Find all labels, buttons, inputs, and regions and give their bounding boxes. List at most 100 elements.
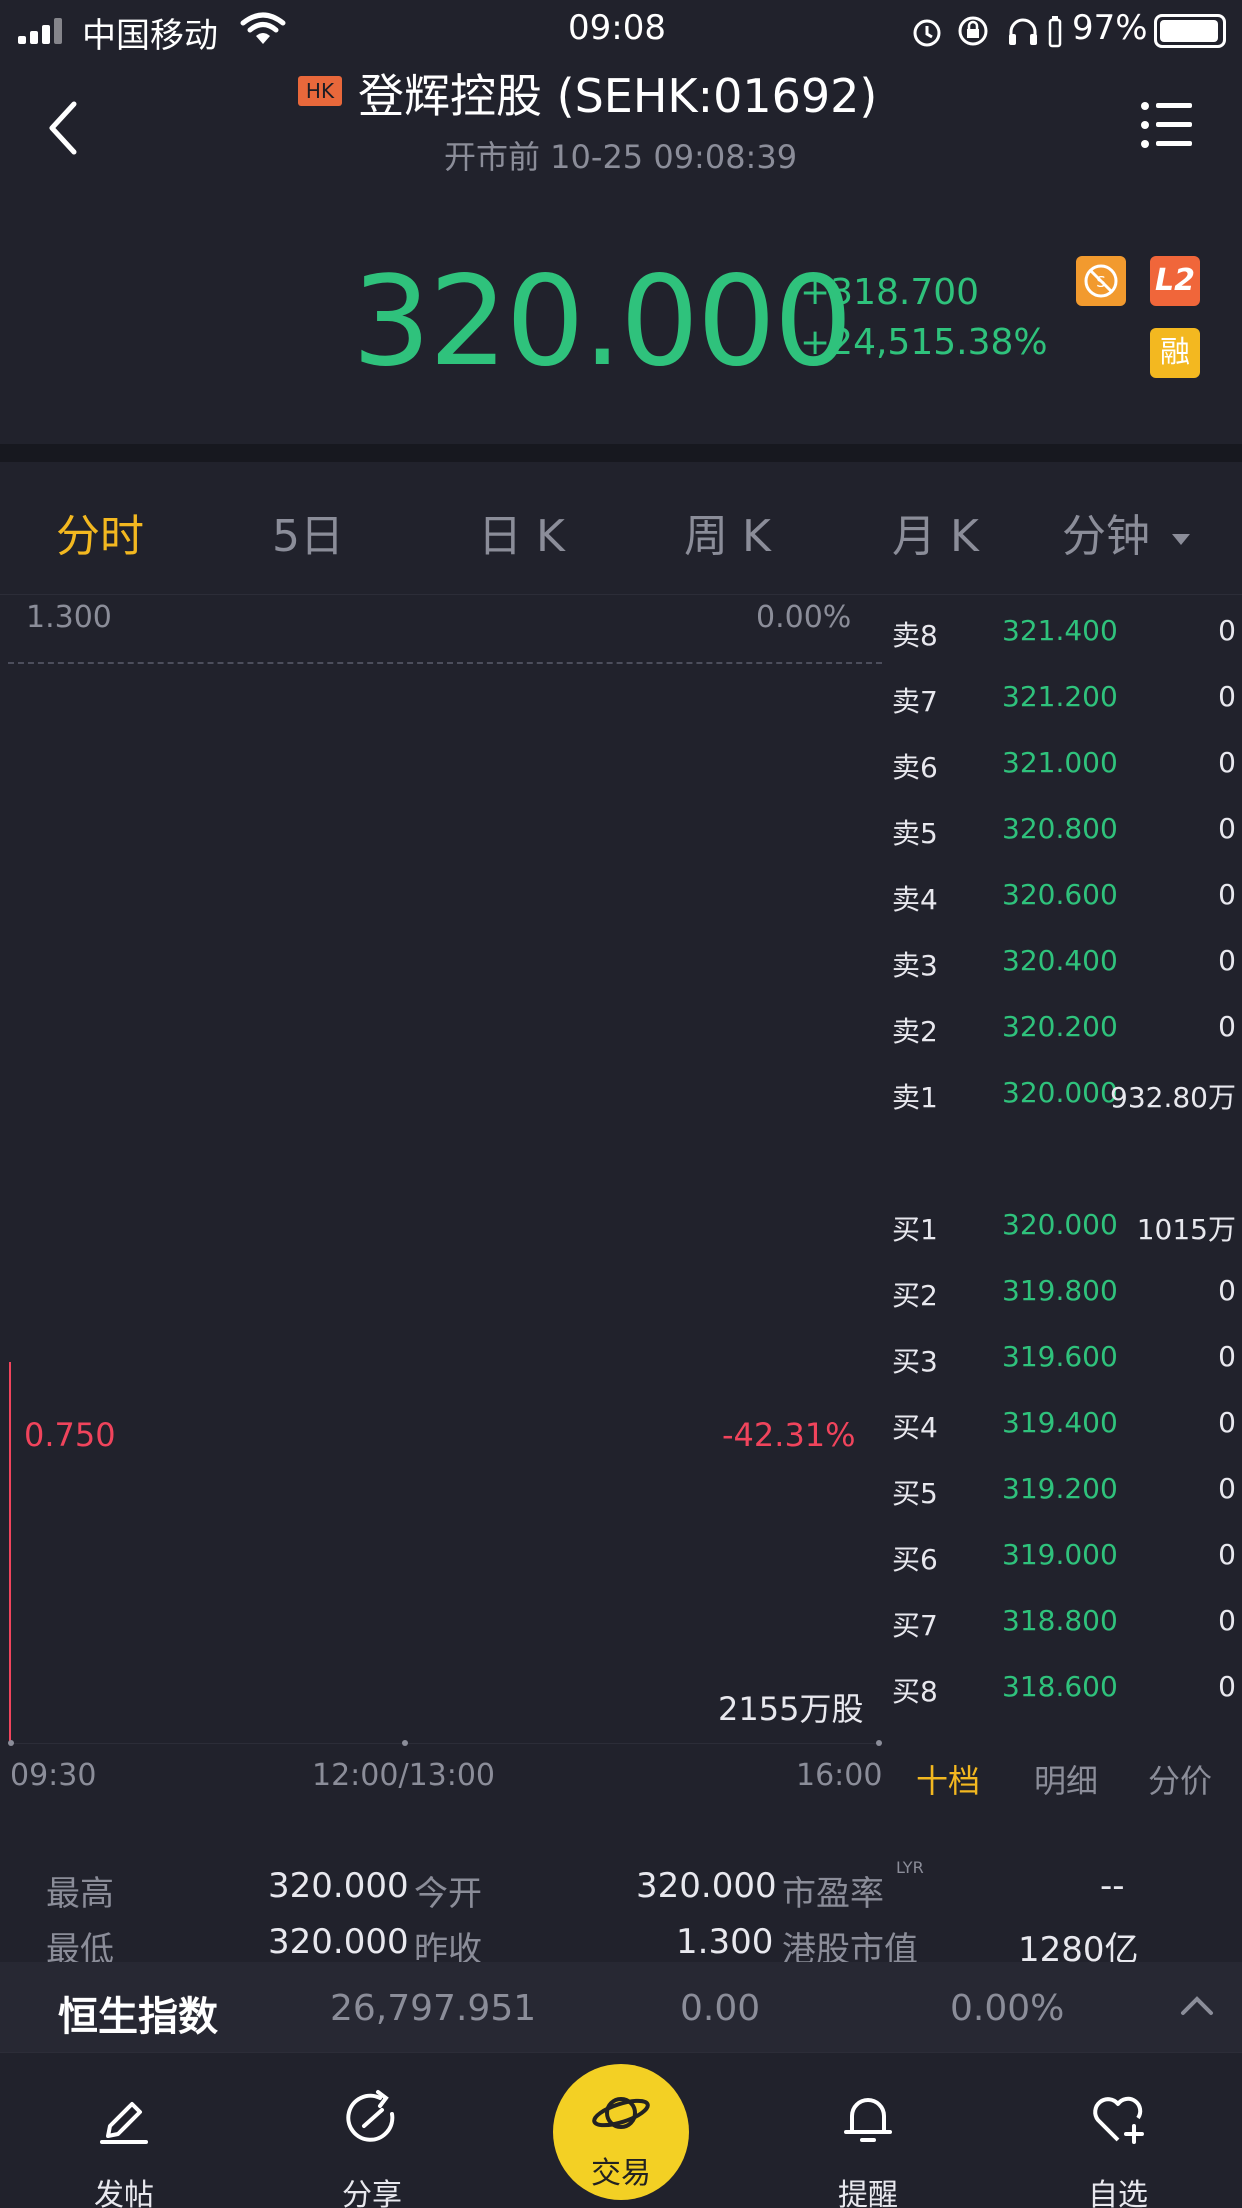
ask-quantity: 0 <box>1218 878 1236 911</box>
index-value: 26,797.951 <box>330 1988 537 2029</box>
x-label-close: 16:00 <box>796 1758 883 1793</box>
margin-badge[interactable]: 融 <box>1150 328 1200 378</box>
bid-quantity: 0 <box>1218 1340 1236 1373</box>
bid-row[interactable]: 买5 319.200 0 <box>892 1454 1242 1520</box>
bottom-nav-alert[interactable]: 提醒 <box>798 2058 938 2208</box>
menu-icon[interactable] <box>1140 100 1194 150</box>
ask-level-label: 卖7 <box>892 685 938 718</box>
pe-value: -- <box>1100 1866 1125 1906</box>
bid-level-label: 买2 <box>892 1279 938 1312</box>
bid-row[interactable]: 买8 318.600 0 <box>892 1652 1242 1718</box>
index-ticker-bar[interactable]: 恒生指数 26,797.951 0.00 0.00% <box>0 1962 1242 2052</box>
bid-row[interactable]: 买4 319.400 0 <box>892 1388 1242 1454</box>
ask-price: 321.000 <box>1002 746 1118 779</box>
index-change: 0.00 <box>680 1988 761 2029</box>
ask-row[interactable]: 卖6 321.000 0 <box>892 728 1242 794</box>
intraday-chart[interactable] <box>0 594 880 1754</box>
x-label-open: 09:30 <box>10 1758 97 1793</box>
bid-row[interactable]: 买7 318.800 0 <box>892 1586 1242 1652</box>
bid-row[interactable]: 买1 320.000 1015万 <box>892 1190 1242 1256</box>
price-change: +318.700 <box>800 272 980 313</box>
ask-row[interactable]: 卖2 320.200 0 <box>892 992 1242 1058</box>
ask-row[interactable]: 卖1 320.000 932.80万 <box>892 1058 1242 1124</box>
bottom-nav-trade[interactable]: 交易 <box>553 2064 689 2200</box>
bell-icon <box>844 2098 892 2142</box>
bid-level-label: 买3 <box>892 1345 938 1378</box>
charging-icon <box>1048 16 1062 48</box>
carrier-name: 中国移动 <box>82 16 218 56</box>
clock: 09:08 <box>568 8 666 48</box>
bid-row[interactable]: 买6 319.000 0 <box>892 1520 1242 1586</box>
open-value: 320.000 <box>636 1866 777 1906</box>
ob-tab-details[interactable]: 明细 <box>1034 1756 1098 1802</box>
pct-axis-top-label: 0.00% <box>756 600 852 635</box>
bid-level-label: 买8 <box>892 1675 938 1708</box>
ask-row[interactable]: 卖4 320.600 0 <box>892 860 1242 926</box>
tab-weekly-k[interactable]: 周 K <box>684 500 771 564</box>
bid-price: 319.600 <box>1002 1340 1118 1373</box>
bid-price: 319.000 <box>1002 1538 1118 1571</box>
bottom-nav-watchlist-label: 自选 <box>1088 2178 1148 2208</box>
status-bar: 中国移动 09:08 97% <box>0 0 1242 60</box>
bottom-nav-trade-label: 交易 <box>591 2156 651 2191</box>
pen-icon <box>100 2102 148 2144</box>
ask-row[interactable]: 卖7 321.200 0 <box>892 662 1242 728</box>
market-status: 开市前 10-25 09:08:39 <box>444 138 798 176</box>
bid-price: 318.800 <box>1002 1604 1118 1637</box>
bid-quantity: 0 <box>1218 1604 1236 1637</box>
bid-quantity: 0 <box>1218 1472 1236 1505</box>
ob-tab-price-volume[interactable]: 分价 <box>1148 1756 1212 1802</box>
tab-intraday[interactable]: 分时 <box>56 500 144 564</box>
bid-level-label: 买1 <box>892 1213 938 1246</box>
tab-daily-k[interactable]: 日 K <box>478 500 565 564</box>
ask-row[interactable]: 卖5 320.800 0 <box>892 794 1242 860</box>
high-label: 最高 <box>46 1874 114 1914</box>
prev-close-line <box>8 662 882 664</box>
ask-price: 320.200 <box>1002 1010 1118 1043</box>
chevron-up-icon[interactable] <box>1180 1994 1214 2016</box>
bid-level-label: 买4 <box>892 1411 938 1444</box>
price-line <box>9 1362 11 1742</box>
battery-percent: 97% <box>1072 8 1148 48</box>
ask-row[interactable]: 卖3 320.400 0 <box>892 926 1242 992</box>
pct-axis-mid-label: -42.31% <box>722 1416 856 1454</box>
x-label-midday: 12:00/13:00 <box>312 1758 496 1793</box>
bid-price: 318.600 <box>1002 1670 1118 1703</box>
ask-quantity: 0 <box>1218 812 1236 845</box>
bid-quantity: 0 <box>1218 1670 1236 1703</box>
ask-quantity: 0 <box>1218 614 1236 647</box>
ask-level-label: 卖5 <box>892 817 938 850</box>
price-change-pct: +24,515.38% <box>800 322 1048 363</box>
ask-level-label: 卖6 <box>892 751 938 784</box>
y-axis-top-label: 1.300 <box>26 600 112 635</box>
share-icon <box>346 2090 395 2142</box>
tab-minute[interactable]: 分钟 <box>1062 500 1190 564</box>
bid-quantity: 0 <box>1218 1538 1236 1571</box>
bottom-nav-share[interactable]: 分享 <box>302 2058 442 2208</box>
index-name: 恒生指数 <box>58 1994 218 2040</box>
x-axis-line <box>8 1743 882 1744</box>
x-tick <box>402 1740 408 1746</box>
ask-price: 320.600 <box>1002 878 1118 911</box>
bid-row[interactable]: 买2 319.800 0 <box>892 1256 1242 1322</box>
bid-quantity: 1015万 <box>1136 1213 1236 1246</box>
ask-row[interactable]: 卖8 321.400 0 <box>892 596 1242 662</box>
tab-monthly-k[interactable]: 月 K <box>892 500 979 564</box>
bottom-nav-post[interactable]: 发帖 <box>54 2058 194 2208</box>
market-badge: HK <box>298 76 342 106</box>
ob-tab-depth[interactable]: 十档 <box>916 1756 980 1802</box>
level2-badge[interactable]: L2 <box>1150 256 1200 306</box>
high-value: 320.000 <box>268 1866 409 1906</box>
bottom-nav-watchlist[interactable]: 自选 <box>1048 2058 1188 2208</box>
back-icon[interactable] <box>44 100 84 156</box>
no-shorting-icon[interactable]: S <box>1076 256 1126 306</box>
planet-icon <box>592 2097 650 2129</box>
bid-price: 319.800 <box>1002 1274 1118 1307</box>
tab-5day[interactable]: 5日 <box>272 500 344 564</box>
rotation-lock-icon <box>958 16 988 46</box>
x-tick <box>876 1740 882 1746</box>
headphones-icon <box>1009 18 1037 45</box>
bid-row[interactable]: 买3 319.600 0 <box>892 1322 1242 1388</box>
ask-price: 321.400 <box>1002 614 1118 647</box>
bid-level-label: 买5 <box>892 1477 938 1510</box>
